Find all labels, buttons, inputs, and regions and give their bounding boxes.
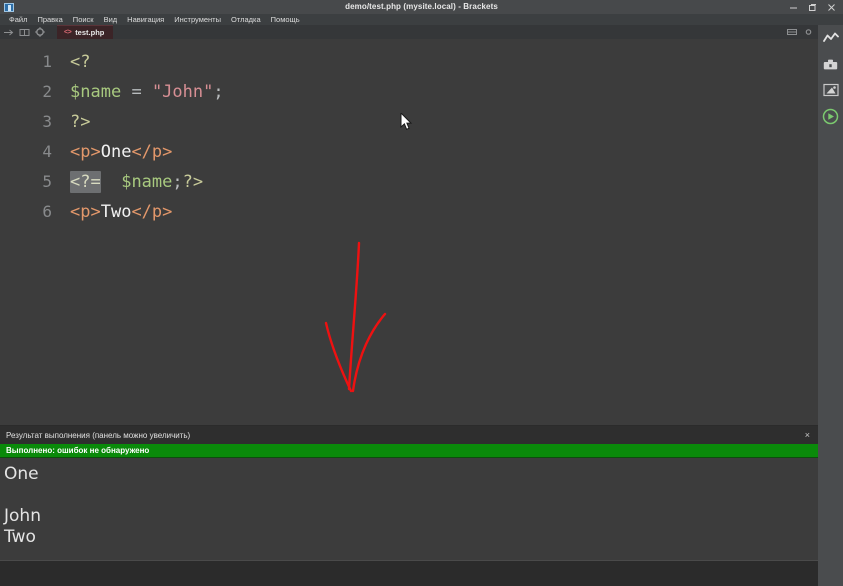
panel-close-icon[interactable]: × <box>805 426 810 444</box>
code-token: One <box>100 142 132 162</box>
code-line[interactable]: 6 <p>Two</p> <box>0 197 818 227</box>
menu-item-4[interactable]: Навигация <box>122 14 169 25</box>
code-token: ; <box>172 172 183 192</box>
code-token: "John" <box>151 82 214 102</box>
code-content: <p>Two</p> <box>70 197 172 227</box>
code-token: $name <box>121 172 173 192</box>
code-lines: 1 <? 2 $name = "John"; 3 ?> 4 <p>One</p> 5 <?= $n… <box>0 47 818 227</box>
close-icon[interactable] <box>822 0 841 14</box>
code-line[interactable]: 4 <p>One</p> <box>0 137 818 167</box>
code-token: <p> <box>70 202 101 222</box>
run-button-icon[interactable] <box>818 103 843 129</box>
tab-strip: <> test.php <box>0 25 843 39</box>
menu-item-3[interactable]: Вид <box>99 14 123 25</box>
editor-tab-test-php[interactable]: <> test.php <box>57 25 114 39</box>
panel-title: Результат выполнения (панель можно увели… <box>6 430 191 440</box>
code-line[interactable]: 2 $name = "John"; <box>0 77 818 107</box>
output-area: One John Two <box>0 458 818 548</box>
line-number: 2 <box>42 82 52 101</box>
window-title: demo/test.php (mysite.local) - Brackets <box>345 2 498 11</box>
execution-results-panel: Результат выполнения (панель можно увели… <box>0 425 818 586</box>
output-line: John <box>4 506 41 526</box>
code-token: ; <box>213 82 224 102</box>
menu-item-6[interactable]: Отладка <box>226 14 266 25</box>
code-editor[interactable]: 1 <? 2 $name = "John"; 3 ?> 4 <p>One</p> 5 <?= $n… <box>0 39 818 425</box>
code-token: ?> <box>70 112 91 132</box>
extension-manager-icon[interactable] <box>818 51 843 77</box>
menu-item-7[interactable]: Помощь <box>266 14 305 25</box>
menu-item-2[interactable]: Поиск <box>68 14 99 25</box>
tab-strip-right-icons <box>785 25 815 39</box>
menu-item-5[interactable]: Инструменты <box>169 14 226 25</box>
minimize-icon[interactable] <box>784 0 803 14</box>
line-number: 4 <box>42 142 52 161</box>
line-number: 3 <box>42 112 52 131</box>
menu-bar: Файл Правка Поиск Вид Навигация Инструменты От… <box>0 14 843 25</box>
code-line[interactable]: 5 <?= $name;?> <box>0 167 818 197</box>
more-options-icon[interactable] <box>801 25 815 39</box>
code-token: ?> <box>182 172 204 192</box>
code-content: <?= $name;?> <box>70 167 203 197</box>
maximize-icon[interactable] <box>803 0 822 14</box>
code-content: ?> <box>70 107 90 137</box>
code-token: Two <box>100 202 132 222</box>
split-horizontal-icon[interactable] <box>785 25 799 39</box>
arrow-right-icon[interactable] <box>0 25 16 39</box>
panel-footer <box>0 560 818 586</box>
split-view-icon[interactable] <box>16 25 32 39</box>
code-token: <? <box>70 52 91 72</box>
code-line[interactable]: 1 <? <box>0 47 818 77</box>
mouse-pointer <box>400 111 413 136</box>
php-panel-icon[interactable] <box>818 77 843 103</box>
output-line: One <box>4 464 39 484</box>
code-content: <p>One</p> <box>70 137 172 167</box>
line-number: 5 <box>42 172 52 191</box>
code-token: </p> <box>131 202 173 222</box>
window-controls <box>784 0 841 14</box>
gear-icon[interactable] <box>32 25 48 39</box>
code-token: <?= <box>70 171 101 193</box>
code-token: $name <box>70 82 122 102</box>
tab-label: test.php <box>75 28 105 37</box>
status-badge: Выполнено: ошибок не обнаружено <box>0 444 818 458</box>
line-number: 1 <box>42 52 52 71</box>
menu-item-0[interactable]: Файл <box>4 14 32 25</box>
code-token: <p> <box>70 142 101 162</box>
code-content: <? <box>70 47 90 77</box>
code-token: = <box>131 82 142 102</box>
code-token: </p> <box>131 142 173 162</box>
status-text: Выполнено: ошибок не обнаружено <box>6 446 150 455</box>
output-line: Two <box>4 527 36 547</box>
code-content: $name = "John"; <box>70 77 224 107</box>
live-preview-icon[interactable] <box>818 25 843 51</box>
line-number: 6 <box>42 202 52 221</box>
title-bar: demo/test.php (mysite.local) - Brackets <box>0 0 843 14</box>
panel-header: Результат выполнения (панель можно увели… <box>0 426 818 444</box>
brackets-window: demo/test.php (mysite.local) - Brackets … <box>0 0 843 586</box>
menu-item-1[interactable]: Правка <box>32 14 67 25</box>
code-file-icon: <> <box>64 29 72 36</box>
right-sidebar <box>818 25 843 586</box>
